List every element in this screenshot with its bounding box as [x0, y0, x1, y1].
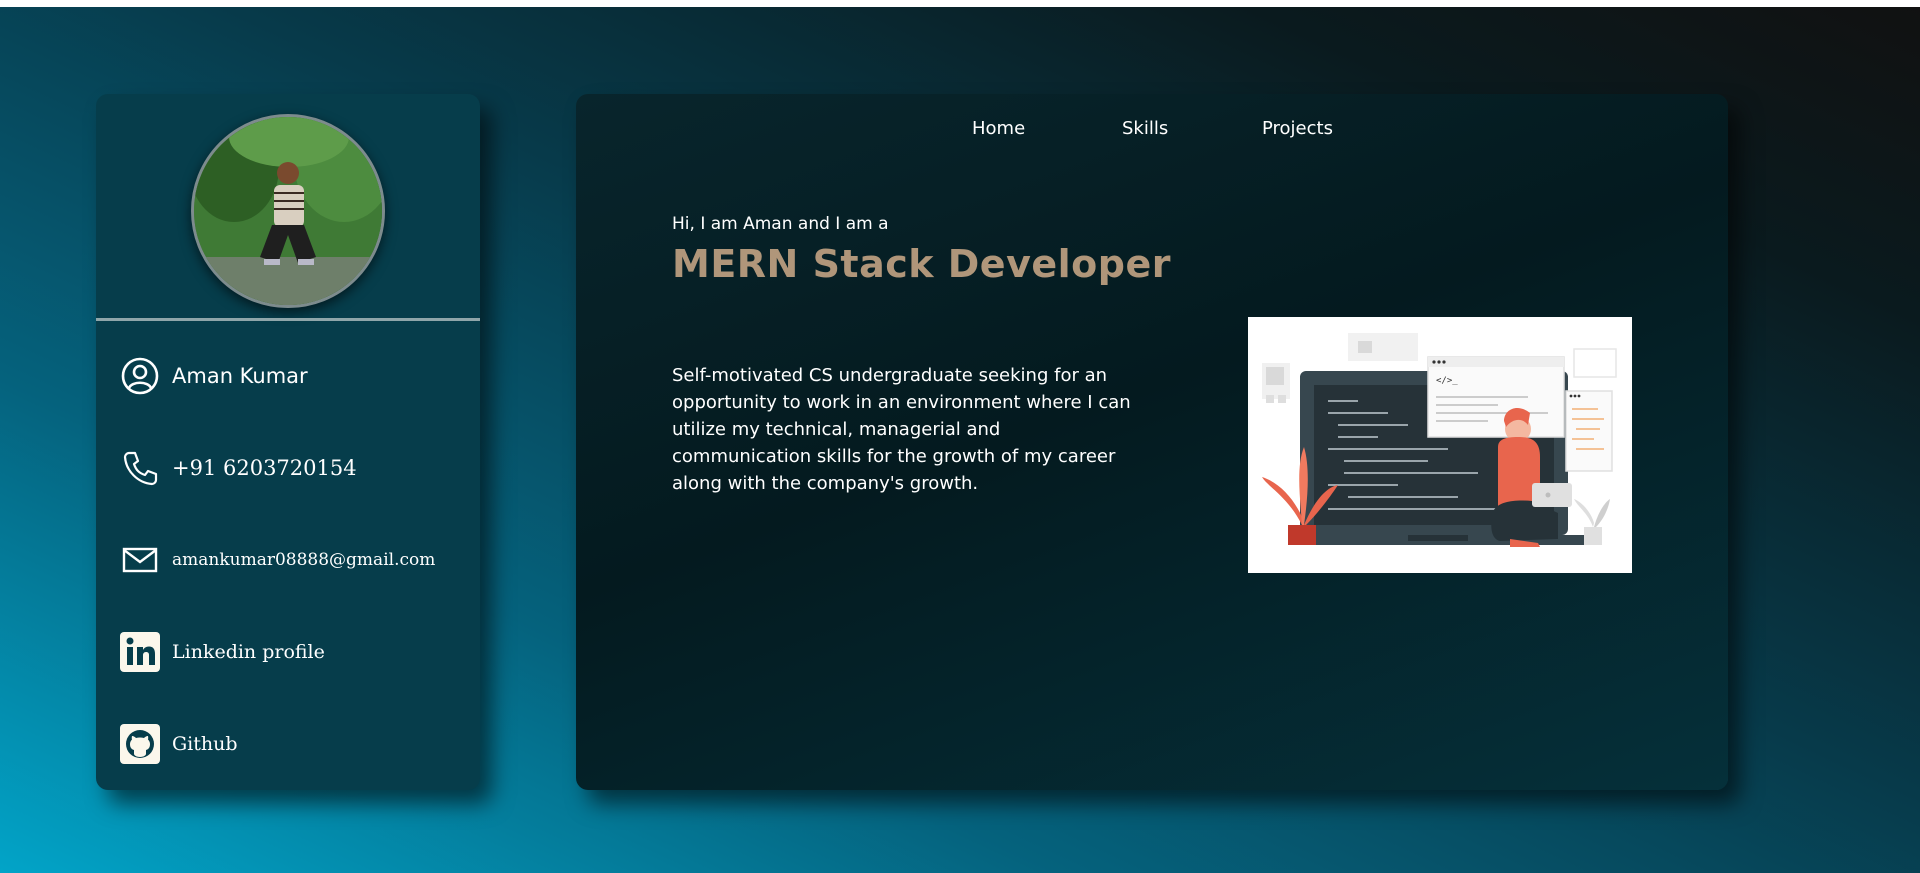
avatar [191, 114, 385, 308]
profile-divider [96, 318, 480, 321]
profile-card: Aman Kumar +91 6203720154 amankumar08888… [96, 94, 480, 790]
phone-icon [118, 446, 162, 490]
hero-greeting: Hi, I am Aman and I am a [672, 214, 889, 234]
github-link[interactable]: Github [118, 722, 238, 766]
user-circle-icon [118, 354, 162, 398]
hero-about: Self-motivated CS undergraduate seeking … [672, 365, 1131, 494]
avatar-photo [194, 117, 382, 305]
nav-home[interactable]: Home [972, 118, 1025, 139]
nav-projects[interactable]: Projects [1262, 118, 1333, 139]
profile-phone: +91 6203720154 [172, 456, 357, 480]
github-icon [118, 722, 162, 766]
contact-name-row: Aman Kumar [118, 354, 308, 398]
nav-skills[interactable]: Skills [1122, 118, 1168, 139]
svg-text:</>_: </>_ [1436, 376, 1458, 386]
developer-illustration: </>_ [1248, 317, 1632, 573]
linkedin-label: Linkedin profile [172, 641, 325, 663]
hero-role: MERN Stack Developer [672, 242, 1171, 286]
mail-icon [118, 538, 162, 582]
profile-email: amankumar08888@gmail.com [172, 550, 436, 570]
main-card: Home Skills Projects Hi, I am Aman and I… [576, 94, 1728, 790]
top-nav: Home Skills Projects [576, 118, 1728, 152]
linkedin-icon [118, 630, 162, 674]
contact-email-row[interactable]: amankumar08888@gmail.com [118, 538, 435, 582]
profile-name: Aman Kumar [172, 364, 308, 388]
contact-phone-row[interactable]: +91 6203720154 [118, 446, 357, 490]
linkedin-link[interactable]: Linkedin profile [118, 630, 325, 674]
top-strip [0, 0, 1920, 7]
github-label: Github [172, 733, 238, 755]
